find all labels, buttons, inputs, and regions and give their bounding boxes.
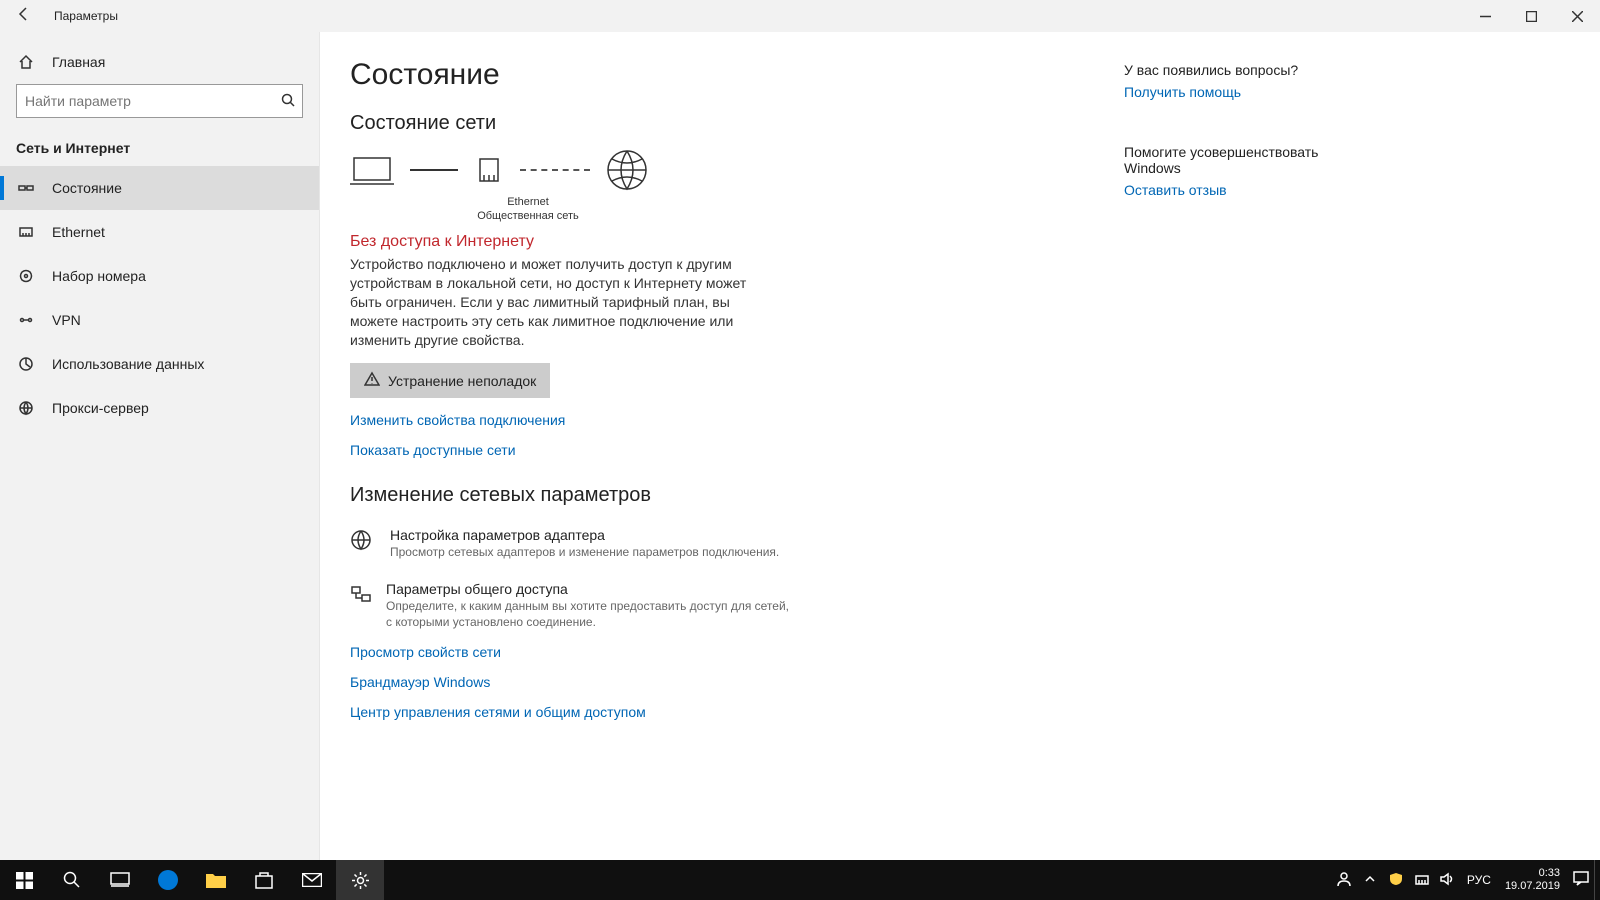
show-available-networks-link[interactable]: Показать доступные сети: [350, 442, 1070, 458]
search-icon: [274, 93, 302, 110]
dialup-icon: [16, 268, 36, 284]
connection-dashed-line: [520, 169, 590, 171]
tray-people-icon[interactable]: [1331, 871, 1357, 890]
settings-taskbar-button[interactable]: [336, 860, 384, 900]
maximize-button[interactable]: [1508, 0, 1554, 32]
sharing-options-desc: Определите, к каким данным вы хотите пре…: [386, 599, 790, 630]
vpn-icon: [16, 312, 36, 328]
sidebar-item-label: Прокси-сервер: [52, 400, 149, 416]
sidebar-home[interactable]: Главная: [0, 40, 319, 84]
sidebar: Главная Сеть и Интернет Состояние: [0, 32, 320, 860]
troubleshoot-label: Устранение неполадок: [388, 373, 536, 389]
globe-internet-icon: [606, 149, 648, 191]
sidebar-item-status[interactable]: Состояние: [0, 166, 319, 210]
tray-clock[interactable]: 0:33 19.07.2019: [1497, 867, 1568, 893]
network-profile: Общественная сеть: [468, 209, 588, 223]
firewall-link[interactable]: Брандмауэр Windows: [350, 674, 1070, 690]
adapter-icon: [350, 527, 376, 561]
tray-volume-icon[interactable]: [1435, 872, 1461, 889]
mail-taskbar-button[interactable]: [288, 860, 336, 900]
adapter-options-desc: Просмотр сетевых адаптеров и изменение п…: [390, 545, 779, 561]
sidebar-item-vpn[interactable]: VPN: [0, 298, 319, 342]
sidebar-section-title: Сеть и Интернет: [0, 128, 319, 166]
sidebar-item-proxy[interactable]: Прокси-сервер: [0, 386, 319, 430]
network-diagram: [350, 149, 1070, 191]
system-tray: РУС 0:33 19.07.2019: [1331, 860, 1600, 900]
give-feedback-link[interactable]: Оставить отзыв: [1124, 182, 1336, 198]
task-view-button[interactable]: [96, 860, 144, 900]
network-center-link[interactable]: Центр управления сетями и общим доступом: [350, 704, 1070, 720]
tray-time: 0:33: [1505, 867, 1560, 880]
tray-language[interactable]: РУС: [1461, 873, 1497, 887]
sharing-options-title: Параметры общего доступа: [386, 581, 790, 597]
back-button[interactable]: [0, 6, 48, 27]
window-title: Параметры: [54, 9, 118, 23]
change-settings-heading: Изменение сетевых параметров: [350, 484, 1070, 507]
troubleshoot-button[interactable]: Устранение неполадок: [350, 363, 550, 398]
tray-network-icon[interactable]: [1409, 872, 1435, 889]
adapter-options-item[interactable]: Настройка параметров адаптера Просмотр с…: [350, 527, 790, 561]
home-icon: [16, 54, 36, 70]
router-icon: [474, 155, 504, 185]
datausage-icon: [16, 356, 36, 372]
help-panel: У вас появились вопросы? Получить помощь…: [1100, 32, 1360, 860]
sidebar-item-label: Ethernet: [52, 224, 105, 240]
tray-chevron-up-icon[interactable]: [1357, 873, 1383, 888]
pc-icon: [350, 154, 394, 186]
warning-triangle-icon: [364, 371, 380, 390]
ethernet-icon: [16, 224, 36, 240]
help-feedback-heading: Помогите усовершенствовать Windows: [1124, 144, 1336, 176]
sidebar-item-label: Состояние: [52, 180, 122, 196]
sharing-options-item[interactable]: Параметры общего доступа Определите, к к…: [350, 581, 790, 630]
status-description: Устройство подключено и может получить д…: [350, 255, 750, 349]
view-network-properties-link[interactable]: Просмотр свойств сети: [350, 644, 1070, 660]
taskbar: РУС 0:33 19.07.2019: [0, 860, 1600, 900]
titlebar: Параметры: [0, 0, 1600, 32]
sidebar-item-datausage[interactable]: Использование данных: [0, 342, 319, 386]
explorer-taskbar-button[interactable]: [192, 860, 240, 900]
sidebar-home-label: Главная: [52, 54, 105, 70]
no-internet-warning: Без доступа к Интернету: [350, 233, 1070, 251]
minimize-button[interactable]: [1462, 0, 1508, 32]
help-questions-heading: У вас появились вопросы?: [1124, 62, 1336, 78]
tray-action-center-icon[interactable]: [1568, 871, 1594, 889]
status-icon: [16, 180, 36, 196]
store-taskbar-button[interactable]: [240, 860, 288, 900]
sidebar-item-label: Использование данных: [52, 356, 204, 372]
tray-security-icon[interactable]: [1383, 872, 1409, 889]
get-help-link[interactable]: Получить помощь: [1124, 84, 1336, 100]
tray-date: 19.07.2019: [1505, 880, 1560, 893]
start-button[interactable]: [0, 860, 48, 900]
adapter-options-title: Настройка параметров адаптера: [390, 527, 779, 543]
main-content: Состояние Состояние сети Et: [320, 32, 1600, 860]
adapter-name: Ethernet: [468, 195, 588, 209]
close-button[interactable]: [1554, 0, 1600, 32]
taskbar-search-button[interactable]: [48, 860, 96, 900]
change-connection-properties-link[interactable]: Изменить свойства подключения: [350, 412, 1070, 428]
sharing-icon: [350, 581, 372, 630]
sidebar-item-label: VPN: [52, 312, 81, 328]
page-title: Состояние: [350, 58, 1070, 92]
sidebar-item-label: Набор номера: [52, 268, 146, 284]
show-desktop-button[interactable]: [1594, 860, 1600, 900]
edge-taskbar-button[interactable]: [144, 860, 192, 900]
sidebar-item-ethernet[interactable]: Ethernet: [0, 210, 319, 254]
connection-line: [410, 169, 458, 171]
network-status-heading: Состояние сети: [350, 112, 1070, 135]
globe-icon: [16, 400, 36, 416]
search-input[interactable]: [17, 93, 274, 109]
sidebar-item-dialup[interactable]: Набор номера: [0, 254, 319, 298]
diagram-labels: Ethernet Общественная сеть: [468, 195, 588, 223]
search-box[interactable]: [16, 84, 303, 118]
